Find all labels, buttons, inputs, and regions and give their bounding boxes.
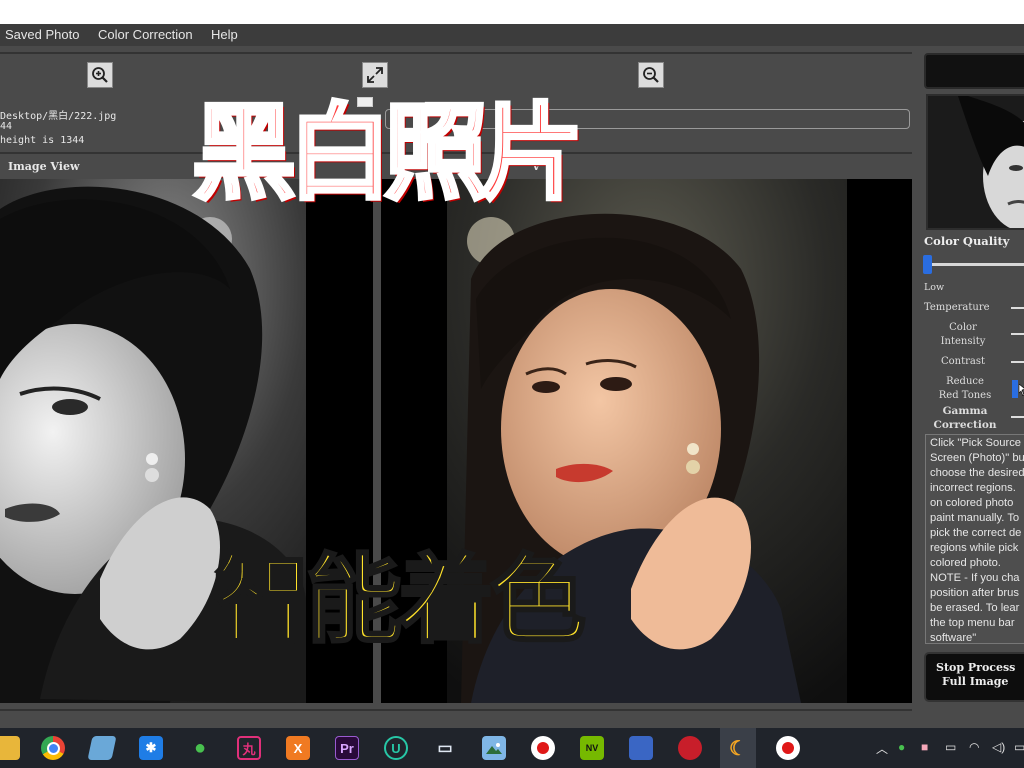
stop-process-button[interactable]: Stop Process Full Image	[924, 652, 1024, 702]
help-line: the top menu bar	[930, 617, 1015, 629]
record-icon[interactable]	[531, 736, 555, 760]
bottom-divider	[0, 709, 912, 711]
zoom-out-icon	[643, 67, 659, 83]
overlay-title-yellow: 智能着色	[213, 544, 588, 657]
temperature-slider[interactable]	[1011, 307, 1024, 309]
temperature-label: Temperature	[924, 302, 990, 313]
contrast-slider[interactable]	[1011, 361, 1024, 363]
help-line: NOTE - If you cha	[930, 572, 1020, 584]
audio-record-icon[interactable]	[678, 736, 702, 760]
zoom-in-icon	[92, 67, 108, 83]
zoom-out-button[interactable]	[638, 62, 664, 88]
menu-bar: Saved Photo Color Correction Help	[0, 24, 1024, 46]
file-path: Desktop/黑白/222.jpg	[0, 111, 117, 122]
record-active-icon[interactable]	[776, 736, 800, 760]
wifi-icon[interactable]: ◠	[969, 740, 979, 754]
low-label: Low	[924, 282, 945, 293]
expand-icon	[367, 67, 383, 83]
star-app-icon[interactable]: ✱	[139, 736, 163, 760]
help-line: pick the correct de	[930, 527, 1022, 539]
help-line: Screen (Photo)" bu	[930, 452, 1024, 464]
help-line: position after brus	[930, 587, 1019, 599]
battery-icon[interactable]: ▭	[945, 740, 956, 754]
overlay-title-red: 黑白照片	[190, 90, 586, 216]
help-line: incorrect regions.	[930, 482, 1016, 494]
volume-icon[interactable]: ◁)	[992, 740, 1005, 754]
meeting-icon[interactable]: ▭	[433, 736, 457, 760]
notepad-icon[interactable]	[87, 736, 117, 760]
menu-help[interactable]: Help	[211, 27, 238, 42]
color-intensity-label: Color Intensity	[940, 322, 986, 347]
help-text-box: Click "Pick Source Screen (Photo)" bu ch…	[925, 434, 1024, 644]
color-quality-label: Color Quality	[924, 234, 1010, 248]
nvidia-icon[interactable]: NV	[580, 736, 604, 760]
top-white-strip	[0, 0, 1024, 24]
chrome-icon[interactable]	[41, 736, 65, 760]
wechat-tray-icon[interactable]: ●	[898, 740, 905, 754]
help-line: colored photo.	[930, 557, 1001, 569]
settings-panel: I Color Quality Low Temperature Color In…	[918, 46, 1024, 728]
help-line: paint manually. To	[930, 512, 1020, 524]
toolbar-divider	[0, 52, 912, 54]
thumbnail-preview	[926, 94, 1024, 230]
mouse-cursor-icon	[1019, 384, 1024, 396]
zoom-in-button[interactable]	[87, 62, 113, 88]
reduce-red-tones-label: Reduce Red Tones	[938, 376, 992, 401]
color-intensity-slider[interactable]	[1011, 333, 1024, 335]
help-line: Click "Pick Source	[930, 437, 1022, 449]
help-line: regions while pick	[930, 542, 1019, 554]
thumbnail-image	[928, 96, 1024, 228]
image-height-text: height is 1344	[0, 135, 85, 146]
left-view-label: Image View	[8, 160, 80, 173]
help-line: on colored photo	[930, 497, 1014, 509]
color-quality-slider[interactable]	[923, 255, 932, 274]
fit-screen-button[interactable]	[362, 62, 388, 88]
gamma-correction-slider[interactable]	[1011, 416, 1024, 418]
tray-app-icon[interactable]: ■	[921, 740, 928, 754]
help-line: software"	[930, 632, 977, 644]
photos-icon[interactable]	[482, 736, 506, 760]
image-width-text: 44	[0, 121, 13, 132]
moon-app-taskbar-active[interactable]: ☾	[720, 728, 756, 768]
reduce-red-tones-slider[interactable]	[1012, 380, 1018, 398]
input-method-icon[interactable]: ▭	[1014, 740, 1024, 754]
menu-color-correction[interactable]: Color Correction	[98, 27, 193, 42]
menu-saved-photo[interactable]: Saved Photo	[5, 27, 79, 42]
gamma-correction-label: Gamma Correction	[933, 405, 997, 431]
premiere-icon[interactable]: Pr	[335, 736, 359, 760]
color-quality-track[interactable]	[928, 263, 1024, 266]
wechat-icon[interactable]: ●	[188, 736, 212, 760]
help-line: choose the desired	[930, 467, 1024, 479]
help-line: be erased. To lear	[930, 602, 1020, 614]
top-panel-button[interactable]: I	[924, 53, 1024, 89]
moon-app-icon: ☾	[729, 737, 747, 760]
wan-app-icon[interactable]: 丸	[237, 736, 261, 760]
folder-icon[interactable]	[0, 736, 20, 760]
x-app-icon[interactable]: X	[286, 736, 310, 760]
chevron-up-icon[interactable]: ︿	[876, 740, 888, 757]
contrast-label: Contrast	[941, 356, 986, 367]
taskbar: ✱ ● 丸 X Pr U ▭ NV ☾ ︿ ● ■ ▭ ◠ ◁) ▭	[0, 728, 1024, 768]
u-app-icon[interactable]: U	[384, 736, 408, 760]
network-app-icon[interactable]	[629, 736, 653, 760]
